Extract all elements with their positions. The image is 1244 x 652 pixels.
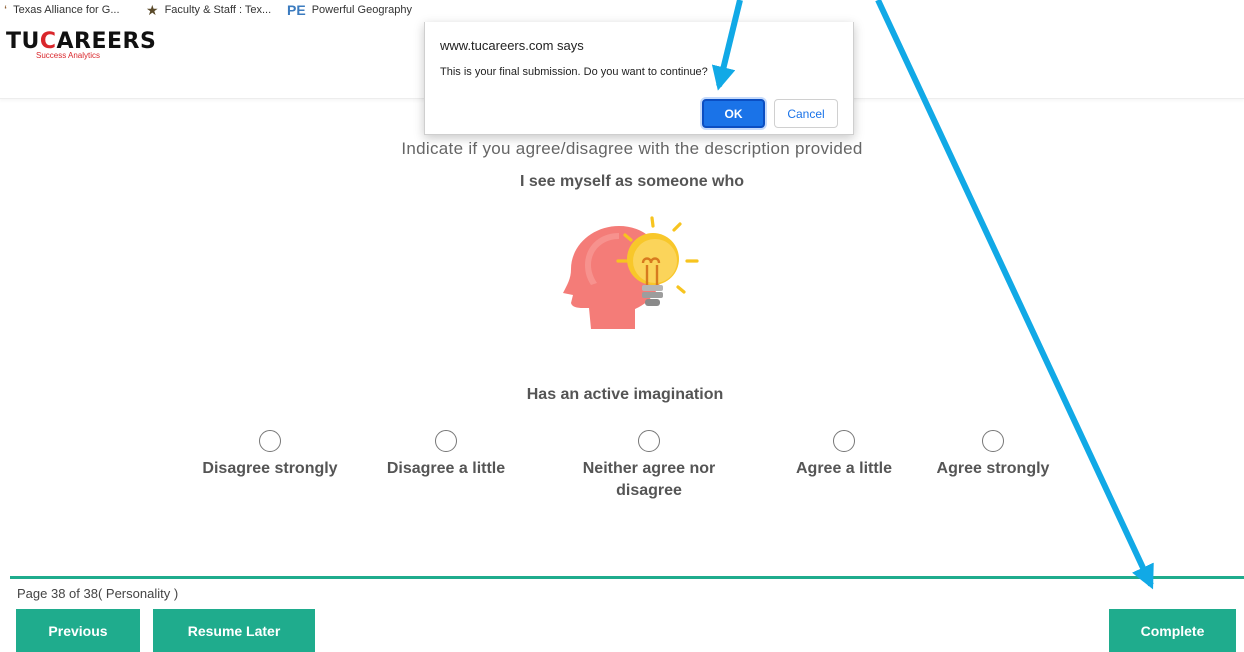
question-lead: I see myself as someone who xyxy=(519,173,745,190)
bookmark-powerful-geography[interactable]: PE Powerful Geography xyxy=(287,3,412,17)
option-label: Neither agree nor disagree xyxy=(582,460,716,499)
texas-icon: ‘ xyxy=(4,2,8,18)
bookmark-label: Powerful Geography xyxy=(311,4,412,16)
option-disagree-strongly[interactable]: Disagree strongly xyxy=(182,430,358,480)
bookmark-texas-alliance[interactable]: ‘ Texas Alliance for G... xyxy=(4,3,120,17)
dialog-ok-button[interactable]: OK xyxy=(702,99,765,128)
dialog-message: This is your final submission. Do you wa… xyxy=(440,66,708,78)
option-label: Disagree strongly xyxy=(202,460,338,477)
previous-button[interactable]: Previous xyxy=(16,609,140,652)
option-label: Agree a little xyxy=(795,460,893,477)
dialog-cancel-button[interactable]: Cancel xyxy=(774,99,838,128)
option-agree-strongly[interactable]: Agree strongly xyxy=(922,430,1064,480)
question-statement: Has an active imagination xyxy=(526,386,724,403)
bookmark-label: Texas Alliance for G... xyxy=(13,4,120,16)
option-label: Disagree a little xyxy=(386,460,506,477)
bookmark-faculty-staff[interactable]: ★ Faculty & Staff : Tex... xyxy=(146,3,271,17)
confirm-dialog: www.tucareers.com says This is your fina… xyxy=(424,22,854,135)
star-icon: ★ xyxy=(146,2,159,18)
option-neither[interactable]: Neither agree nor disagree xyxy=(560,430,738,502)
dialog-title: www.tucareers.com says xyxy=(440,38,584,53)
bookmarks-bar: ‘ Texas Alliance for G... ★ Faculty & St… xyxy=(0,0,1244,22)
bookmark-label: Faculty & Staff : Tex... xyxy=(164,4,272,16)
pg-logo-icon: PE xyxy=(287,2,306,18)
progress-divider xyxy=(10,576,1244,579)
radio-agree-strongly[interactable] xyxy=(982,430,1004,452)
option-label: Agree strongly xyxy=(936,460,1050,477)
question-instruction: Indicate if you agree/disagree with the … xyxy=(401,139,863,158)
radio-agree-a-little[interactable] xyxy=(833,430,855,452)
logo-wordmark: TUCAREERS xyxy=(6,29,157,54)
option-agree-a-little[interactable]: Agree a little xyxy=(781,430,907,480)
complete-button[interactable]: Complete xyxy=(1109,609,1236,652)
option-disagree-a-little[interactable]: Disagree a little xyxy=(369,430,523,480)
tucareers-logo[interactable]: TUCAREERS Success Analytics xyxy=(6,29,157,61)
radio-disagree-strongly[interactable] xyxy=(259,430,281,452)
head-lightbulb-icon xyxy=(557,213,707,338)
page-info: Page 38 of 38( Personality ) xyxy=(17,586,179,601)
resume-later-button[interactable]: Resume Later xyxy=(153,609,315,652)
radio-neither[interactable] xyxy=(638,430,660,452)
radio-disagree-a-little[interactable] xyxy=(435,430,457,452)
